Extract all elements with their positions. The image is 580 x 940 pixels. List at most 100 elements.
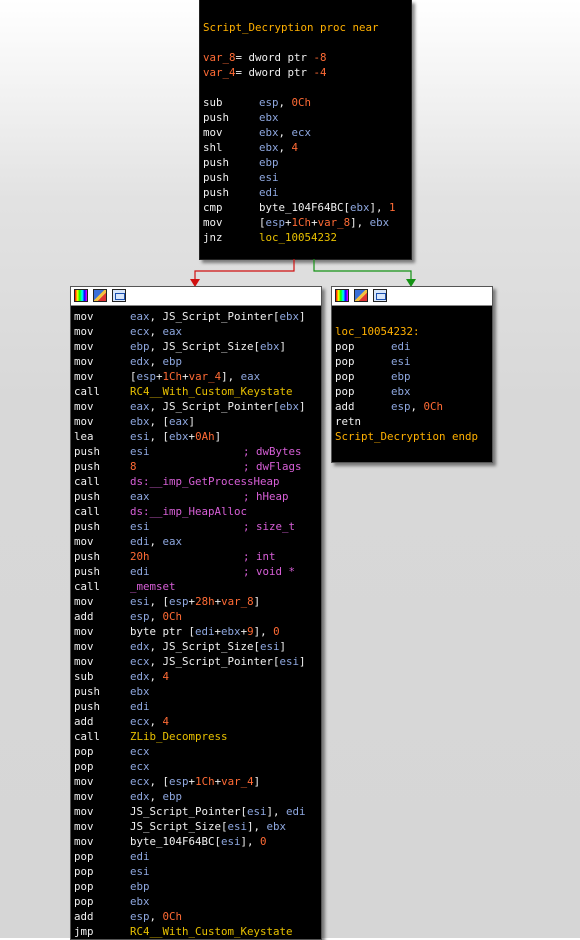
- code-block-exit[interactable]: loc_10054232: pop edi pop esi pop ebp pop ebx add…: [331, 286, 493, 463]
- operand: JS_Script_Pointer[: [130, 805, 248, 818]
- code-line[interactable]: mov edx, JS_Script_Size[esi]: [74, 639, 321, 654]
- code-line[interactable]: add ecx, 4: [74, 714, 321, 729]
- code-line[interactable]: mov ecx, [esp+1Ch+var_4]: [74, 774, 321, 789]
- operand: esp: [169, 775, 189, 788]
- code-line[interactable]: push 20h ; int: [74, 549, 321, 564]
- code-line[interactable]: push eax ; hHeap: [74, 489, 321, 504]
- operand: ,: [149, 355, 163, 368]
- instruction-operands: esi, [ebx+0Ah]: [130, 429, 221, 444]
- code-line[interactable]: mov byte_104F64BC[esi], 0: [74, 834, 321, 849]
- instruction-operands: edi: [130, 699, 150, 714]
- code-line[interactable]: pop ebx: [335, 384, 492, 399]
- instruction-operands: ecx, JS_Script_Pointer[esi]: [130, 654, 306, 669]
- operand: ebx: [130, 895, 150, 908]
- code-line[interactable]: mov [esp+1Ch+var_4], eax: [74, 369, 321, 384]
- code-line[interactable]: sub edx, 4: [74, 669, 321, 684]
- graph-view-icon[interactable]: [112, 289, 126, 302]
- code-line[interactable]: push esi ; dwBytes: [74, 444, 321, 459]
- operand: esp: [391, 400, 411, 413]
- code-line[interactable]: add esp, 0Ch: [74, 909, 321, 924]
- code-line[interactable]: mov eax, JS_Script_Pointer[ebx]: [74, 399, 321, 414]
- operand: ecx: [130, 655, 150, 668]
- operand: ,: [149, 790, 163, 803]
- code-line[interactable]: push esi ; size_t: [74, 519, 321, 534]
- instruction-mnemonic: call: [74, 385, 101, 398]
- code-line[interactable]: call ZLib_Decompress: [74, 729, 321, 744]
- operand: esi: [391, 355, 411, 368]
- code-line[interactable]: pop ebx: [74, 894, 321, 909]
- graph-view-icon[interactable]: [373, 289, 387, 302]
- edit-pencil-icon[interactable]: [93, 289, 107, 302]
- instruction-mnemonic: call: [74, 505, 101, 518]
- operand: 0: [260, 835, 267, 848]
- code-line[interactable]: pop esi: [335, 354, 492, 369]
- code-line[interactable]: add esp, 0Ch: [335, 399, 492, 414]
- instruction-mnemonic: push: [74, 520, 101, 533]
- operand: ]: [299, 655, 306, 668]
- code-line[interactable]: mov ecx, JS_Script_Pointer[esi]: [74, 654, 321, 669]
- code-line[interactable]: mov JS_Script_Pointer[esi], edi: [74, 804, 321, 819]
- code-line[interactable]: mov edx, ebp: [74, 354, 321, 369]
- code-line[interactable]: pop ecx: [74, 744, 321, 759]
- code-line[interactable]: pop edi: [74, 849, 321, 864]
- operand: ]: [299, 310, 306, 323]
- code-comment: ; int: [243, 550, 276, 563]
- code-label: Script_Decryption endp: [335, 430, 479, 443]
- code-line[interactable]: mov JS_Script_Size[esi], ebx: [74, 819, 321, 834]
- code-block-decrypt[interactable]: mov eax, JS_Script_Pointer[ebx] mov ecx, ea…: [70, 286, 322, 940]
- operand: edx: [130, 790, 150, 803]
- code-line[interactable]: pop ebp: [335, 369, 492, 384]
- code-line[interactable]: pop esi: [74, 864, 321, 879]
- instruction-operands: ebx: [391, 384, 411, 399]
- code-line[interactable]: push edi: [74, 699, 321, 714]
- operand: var_4: [221, 775, 254, 788]
- instruction-mnemonic: add: [74, 610, 94, 623]
- instruction-mnemonic: pop: [335, 370, 355, 383]
- code-line[interactable]: Script_Decryption endp: [335, 429, 492, 444]
- code-line[interactable]: pop ebp: [74, 879, 321, 894]
- instruction-mnemonic: mov: [74, 415, 94, 428]
- operand: ebx: [260, 340, 280, 353]
- instruction-mnemonic: mov: [74, 535, 94, 548]
- code-line[interactable]: push edi ; void *: [74, 564, 321, 579]
- code-line[interactable]: push 8 ; dwFlags: [74, 459, 321, 474]
- edit-pencil-icon[interactable]: [354, 289, 368, 302]
- code-line[interactable]: lea esi, [ebx+0Ah]: [74, 429, 321, 444]
- color-palette-icon[interactable]: [335, 289, 349, 302]
- instruction-operands: esp, 0Ch: [391, 399, 443, 414]
- code-listing: loc_10054232: pop edi pop esi pop ebp pop ebx add…: [335, 309, 492, 444]
- code-line[interactable]: mov edi, eax: [74, 534, 321, 549]
- code-line[interactable]: call _memset: [74, 579, 321, 594]
- code-line[interactable]: mov eax, JS_Script_Pointer[ebx]: [74, 309, 321, 324]
- instruction-operands: esi: [130, 519, 150, 534]
- code-line[interactable]: pop edi: [335, 339, 492, 354]
- operand: esi: [130, 595, 150, 608]
- code-line[interactable]: jmp RC4__With_Custom_Keystate: [74, 924, 321, 939]
- code-line[interactable]: pop ecx: [74, 759, 321, 774]
- code-line[interactable]: mov edx, ebp: [74, 789, 321, 804]
- instruction-mnemonic: mov: [74, 355, 94, 368]
- code-line[interactable]: retn: [335, 414, 492, 429]
- instruction-mnemonic: pop: [335, 385, 355, 398]
- operand: 0Ch: [162, 910, 183, 923]
- code-line[interactable]: call ds:__imp_GetProcessHeap: [74, 474, 321, 489]
- code-line[interactable]: call ds:__imp_HeapAlloc: [74, 504, 321, 519]
- operand: , [: [149, 595, 170, 608]
- code-line[interactable]: push ebx: [74, 684, 321, 699]
- color-palette-icon[interactable]: [74, 289, 88, 302]
- code-line[interactable]: mov byte ptr [edi+ebx+9], 0: [74, 624, 321, 639]
- instruction-mnemonic: add: [74, 910, 94, 923]
- operand: edi: [286, 805, 306, 818]
- code-line[interactable]: [335, 309, 492, 324]
- code-line[interactable]: mov esi, [esp+28h+var_8]: [74, 594, 321, 609]
- code-line[interactable]: call RC4__With_Custom_Keystate: [74, 384, 321, 399]
- instruction-operands: ecx, [esp+1Ch+var_4]: [130, 774, 260, 789]
- code-line[interactable]: add esp, 0Ch: [74, 609, 321, 624]
- code-line[interactable]: mov ebp, JS_Script_Size[ebx]: [74, 339, 321, 354]
- code-line[interactable]: mov ebx, [eax]: [74, 414, 321, 429]
- operand: ]: [253, 595, 261, 608]
- code-line[interactable]: mov ecx, eax: [74, 324, 321, 339]
- operand: ],: [247, 820, 267, 833]
- code-line[interactable]: loc_10054232:: [335, 324, 492, 339]
- operand: var_4: [188, 370, 222, 383]
